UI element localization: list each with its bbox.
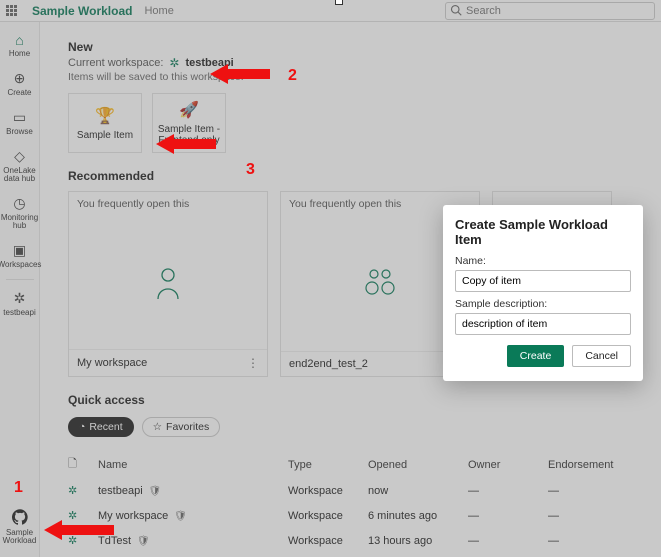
folder-icon: ▭ <box>13 109 26 126</box>
table-row[interactable]: ✲ testbeapi🛡 Workspace now — — <box>68 478 637 503</box>
card-footer: end2end_test_2 <box>289 358 368 370</box>
annotation-label-2: 2 <box>288 67 297 84</box>
current-workspace-label: Current workspace: <box>68 57 163 69</box>
col-opened[interactable]: Opened <box>368 459 468 471</box>
tile-sample-item[interactable]: 🏆 Sample Item <box>68 93 142 153</box>
row-owner: — <box>468 510 548 522</box>
row-owner: — <box>468 535 548 547</box>
row-type: Workspace <box>288 510 368 522</box>
recommended-heading: Recommended <box>68 169 637 183</box>
row-owner: — <box>468 485 548 497</box>
quick-access-table: 🗋 Name Type Opened Owner Endorsement ✲ t… <box>68 451 637 553</box>
app-brand[interactable]: Sample Workload <box>32 4 132 18</box>
workspace-icon: ✲ <box>14 290 26 307</box>
more-icon[interactable]: ⋮ <box>247 356 259 370</box>
row-type: Workspace <box>288 535 368 547</box>
search-icon <box>450 4 462 19</box>
search-input[interactable] <box>445 2 655 20</box>
modal-name-label: Name: <box>455 255 631 267</box>
card-subtitle: You frequently open this <box>69 192 267 216</box>
chip-recent[interactable]: ◔Recent <box>68 417 134 437</box>
annotation-label-1: 1 <box>14 479 23 496</box>
quick-access-heading: Quick access <box>68 393 637 407</box>
left-rail: ⌂Home ⊕Create ▭Browse ◇OneLake data hub … <box>0 22 40 557</box>
row-type: Workspace <box>288 485 368 497</box>
app-launcher-icon[interactable] <box>6 5 20 16</box>
monitor-icon: ◷ <box>13 195 25 212</box>
table-row[interactable]: ✲ My workspace🛡 Workspace 6 minutes ago … <box>68 503 637 528</box>
chip-favorites[interactable]: ☆Favorites <box>142 417 221 437</box>
rail-item-workspaces[interactable]: ▣Workspaces <box>0 236 40 275</box>
rail-item-browse[interactable]: ▭Browse <box>0 103 40 142</box>
workspace-small-icon: ✲ <box>169 56 179 70</box>
workspace-note: Items will be saved to this workspace. <box>68 71 637 83</box>
quick-access-chips: ◔Recent ☆Favorites <box>68 417 637 437</box>
rail-separator <box>6 279 34 280</box>
col-icon: 🗋 <box>68 455 98 474</box>
create-button[interactable]: Create <box>507 345 565 367</box>
new-heading: New <box>68 40 637 54</box>
col-owner[interactable]: Owner <box>468 459 548 471</box>
modal-title: Create Sample Workload Item <box>455 217 631 247</box>
new-tiles: 🏆 Sample Item 🚀 Sample Item - Frontend o… <box>68 93 637 153</box>
cancel-button[interactable]: Cancel <box>572 345 631 367</box>
breadcrumb[interactable]: Home <box>144 5 173 17</box>
shield-icon: 🛡 <box>174 511 187 522</box>
annotation-arrow-3: 3 <box>156 130 266 180</box>
tile-label: Sample Item <box>77 130 133 141</box>
row-endorsement: — <box>548 535 638 547</box>
grid-icon: ▣ <box>13 242 26 259</box>
shield-icon: 🛡 <box>137 536 150 547</box>
recommended-card[interactable]: You frequently open this My workspace ⋮ <box>68 191 268 377</box>
table-row[interactable]: ✲ TdTest🛡 Workspace 13 hours ago — — <box>68 528 637 553</box>
modal-name-input[interactable] <box>455 270 631 292</box>
search-wrap <box>445 2 655 20</box>
row-opened: now <box>368 485 468 497</box>
annotation-label-3: 3 <box>246 161 255 178</box>
row-endorsement: — <box>548 510 638 522</box>
home-icon: ⌂ <box>15 32 23 48</box>
person-icon <box>69 216 267 349</box>
col-name[interactable]: Name <box>98 459 288 471</box>
card-subtitle <box>493 192 611 204</box>
rail-item-create[interactable]: ⊕Create <box>0 64 40 103</box>
row-opened: 6 minutes ago <box>368 510 468 522</box>
top-bar: Sample Workload Home <box>0 0 661 22</box>
modal-desc-label: Sample description: <box>455 298 631 310</box>
top-square-marker <box>335 0 343 5</box>
modal-desc-input[interactable] <box>455 313 631 335</box>
annotation-arrow-2: 2 <box>210 60 310 98</box>
trophy-icon: 🏆 <box>95 106 115 126</box>
col-endorsement[interactable]: Endorsement <box>548 459 638 471</box>
rocket-icon: 🚀 <box>179 100 199 120</box>
rail-item-onelake[interactable]: ◇OneLake data hub <box>0 142 40 189</box>
row-endorsement: — <box>548 485 638 497</box>
create-item-modal: Create Sample Workload Item Name: Sample… <box>443 205 643 381</box>
card-footer: My workspace <box>77 357 147 369</box>
diamond-icon: ◇ <box>14 148 25 165</box>
col-type[interactable]: Type <box>288 459 368 471</box>
rail-item-testbeapi[interactable]: ✲testbeapi <box>0 284 40 323</box>
row-opened: 13 hours ago <box>368 535 468 547</box>
clock-icon: ◔ <box>79 421 85 433</box>
star-icon: ☆ <box>153 421 162 433</box>
annotation-arrow-1: 1 <box>14 478 134 548</box>
shield-icon: 🛡 <box>149 486 162 497</box>
rail-item-home[interactable]: ⌂Home <box>0 26 40 64</box>
current-workspace-line: Current workspace: ✲ testbeapi <box>68 56 637 70</box>
table-header: 🗋 Name Type Opened Owner Endorsement <box>68 451 637 478</box>
plus-circle-icon: ⊕ <box>14 70 26 87</box>
rail-item-monitoring[interactable]: ◷Monitoring hub <box>0 189 40 236</box>
